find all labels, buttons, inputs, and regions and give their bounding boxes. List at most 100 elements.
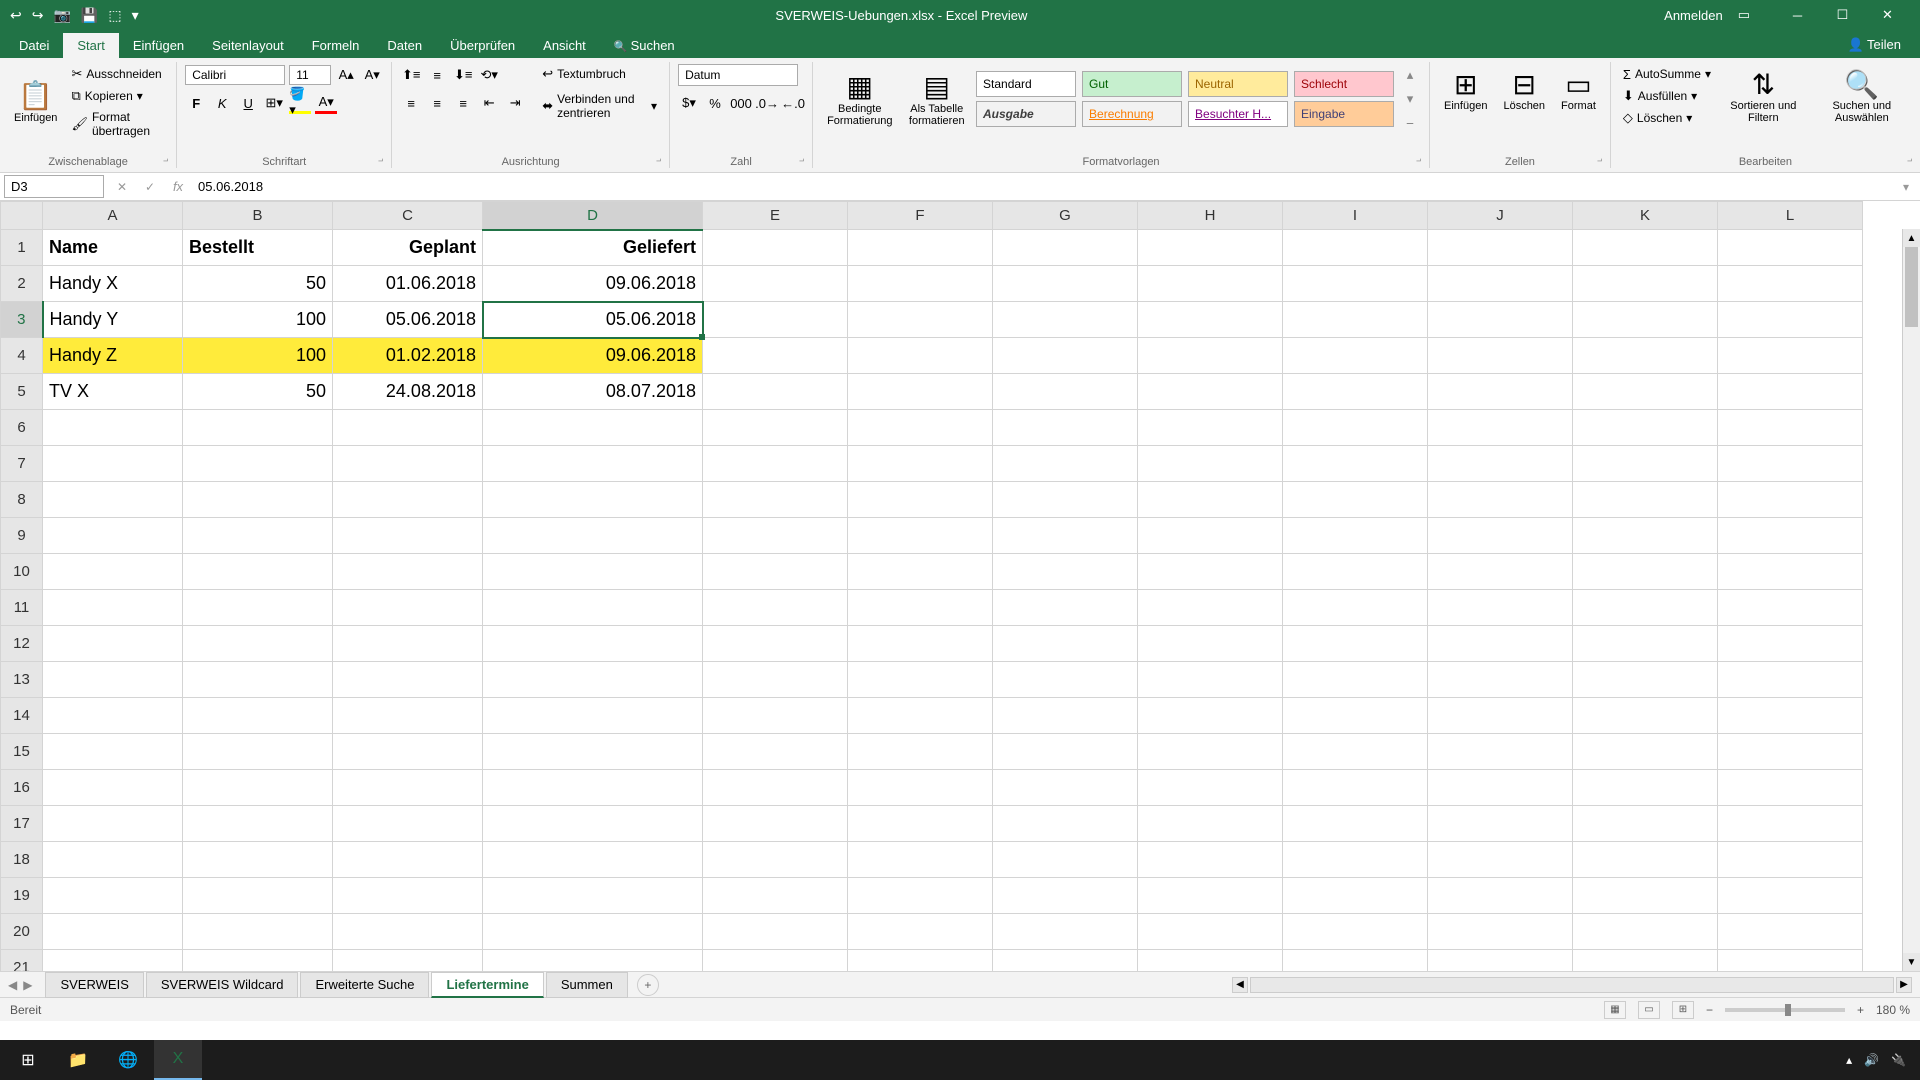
number-format-select[interactable]: Datum [678,64,798,86]
cell-D3[interactable]: 05.06.2018 [483,302,703,338]
cell-I1[interactable] [1283,230,1428,266]
row-header-19[interactable]: 19 [1,878,43,914]
maximize-button[interactable]: ☐ [1820,0,1865,30]
cell-C1[interactable]: Geplant [333,230,483,266]
align-bottom-button[interactable]: ⬇≡ [452,64,474,86]
cell-D8[interactable] [483,482,703,518]
cell-J17[interactable] [1428,806,1573,842]
cell-L19[interactable] [1718,878,1863,914]
cell-K7[interactable] [1573,446,1718,482]
cell-G2[interactable] [993,266,1138,302]
cell-J12[interactable] [1428,626,1573,662]
start-menu-button[interactable]: ⊞ [4,1040,52,1080]
increase-decimal-button[interactable]: .0→ [756,92,778,114]
row-header-9[interactable]: 9 [1,518,43,554]
cell-L2[interactable] [1718,266,1863,302]
cell-F7[interactable] [848,446,993,482]
cell-A3[interactable]: Handy Y [43,302,183,338]
autosum-button[interactable]: ΣAutoSumme ▾ [1619,65,1715,84]
cell-K6[interactable] [1573,410,1718,446]
row-header-10[interactable]: 10 [1,554,43,590]
cell-G18[interactable] [993,842,1138,878]
cell-A5[interactable]: TV X [43,374,183,410]
row-header-7[interactable]: 7 [1,446,43,482]
cell-A20[interactable] [43,914,183,950]
cell-D9[interactable] [483,518,703,554]
vertical-scrollbar[interactable]: ▲ ▼ [1902,229,1920,971]
column-header-D[interactable]: D [483,202,703,230]
cell-E18[interactable] [703,842,848,878]
camera-icon[interactable]: 📷 [53,7,70,24]
cell-D1[interactable]: Geliefert [483,230,703,266]
cell-E12[interactable] [703,626,848,662]
cell-G3[interactable] [993,302,1138,338]
cell-H15[interactable] [1138,734,1283,770]
cell-C11[interactable] [333,590,483,626]
cell-G8[interactable] [993,482,1138,518]
cell-L10[interactable] [1718,554,1863,590]
cell-C7[interactable] [333,446,483,482]
styles-up-icon[interactable]: ▴ [1399,64,1421,86]
cell-C10[interactable] [333,554,483,590]
cell-G15[interactable] [993,734,1138,770]
cell-G9[interactable] [993,518,1138,554]
cell-E17[interactable] [703,806,848,842]
cell-I13[interactable] [1283,662,1428,698]
cell-C20[interactable] [333,914,483,950]
cell-H11[interactable] [1138,590,1283,626]
cell-J20[interactable] [1428,914,1573,950]
column-header-H[interactable]: H [1138,202,1283,230]
cell-E5[interactable] [703,374,848,410]
scroll-thumb[interactable] [1905,247,1918,327]
underline-button[interactable]: U [237,92,259,114]
cell-L18[interactable] [1718,842,1863,878]
cell-F6[interactable] [848,410,993,446]
cell-D13[interactable] [483,662,703,698]
cell-E8[interactable] [703,482,848,518]
cell-F16[interactable] [848,770,993,806]
cell-L1[interactable] [1718,230,1863,266]
cell-K9[interactable] [1573,518,1718,554]
cell-I16[interactable] [1283,770,1428,806]
decrease-font-button[interactable]: A▾ [361,64,383,86]
cell-D5[interactable]: 08.07.2018 [483,374,703,410]
ribbon-display-icon[interactable]: ▭ [1738,7,1750,23]
clear-button[interactable]: ◇Löschen ▾ [1619,108,1715,128]
cell-B6[interactable] [183,410,333,446]
cell-F8[interactable] [848,482,993,518]
select-all-corner[interactable] [1,202,43,230]
cell-L9[interactable] [1718,518,1863,554]
cell-D18[interactable] [483,842,703,878]
share-button[interactable]: 👤 Teilen [1833,32,1915,58]
scroll-up-icon[interactable]: ▲ [1903,229,1920,247]
cell-C4[interactable]: 01.02.2018 [333,338,483,374]
merge-button[interactable]: ⬌Verbinden und zentrieren ▾ [538,90,661,122]
cell-G19[interactable] [993,878,1138,914]
column-header-A[interactable]: A [43,202,183,230]
cell-C15[interactable] [333,734,483,770]
style-gut[interactable]: Gut [1082,71,1182,97]
taskbar-explorer-icon[interactable]: 📁 [54,1040,102,1080]
row-header-14[interactable]: 14 [1,698,43,734]
touch-mode-icon[interactable]: ⬚ [108,7,121,24]
cell-J10[interactable] [1428,554,1573,590]
cell-D15[interactable] [483,734,703,770]
cell-J16[interactable] [1428,770,1573,806]
cell-J13[interactable] [1428,662,1573,698]
cell-I9[interactable] [1283,518,1428,554]
cell-H1[interactable] [1138,230,1283,266]
cell-K5[interactable] [1573,374,1718,410]
confirm-formula-icon[interactable]: ✓ [136,180,164,194]
cell-K20[interactable] [1573,914,1718,950]
cell-K10[interactable] [1573,554,1718,590]
column-header-L[interactable]: L [1718,202,1863,230]
cell-F17[interactable] [848,806,993,842]
cell-F12[interactable] [848,626,993,662]
cell-A17[interactable] [43,806,183,842]
tab-ansicht[interactable]: Ansicht [529,33,600,58]
cell-H6[interactable] [1138,410,1283,446]
cell-H9[interactable] [1138,518,1283,554]
cell-C2[interactable]: 01.06.2018 [333,266,483,302]
cell-A10[interactable] [43,554,183,590]
cell-I20[interactable] [1283,914,1428,950]
